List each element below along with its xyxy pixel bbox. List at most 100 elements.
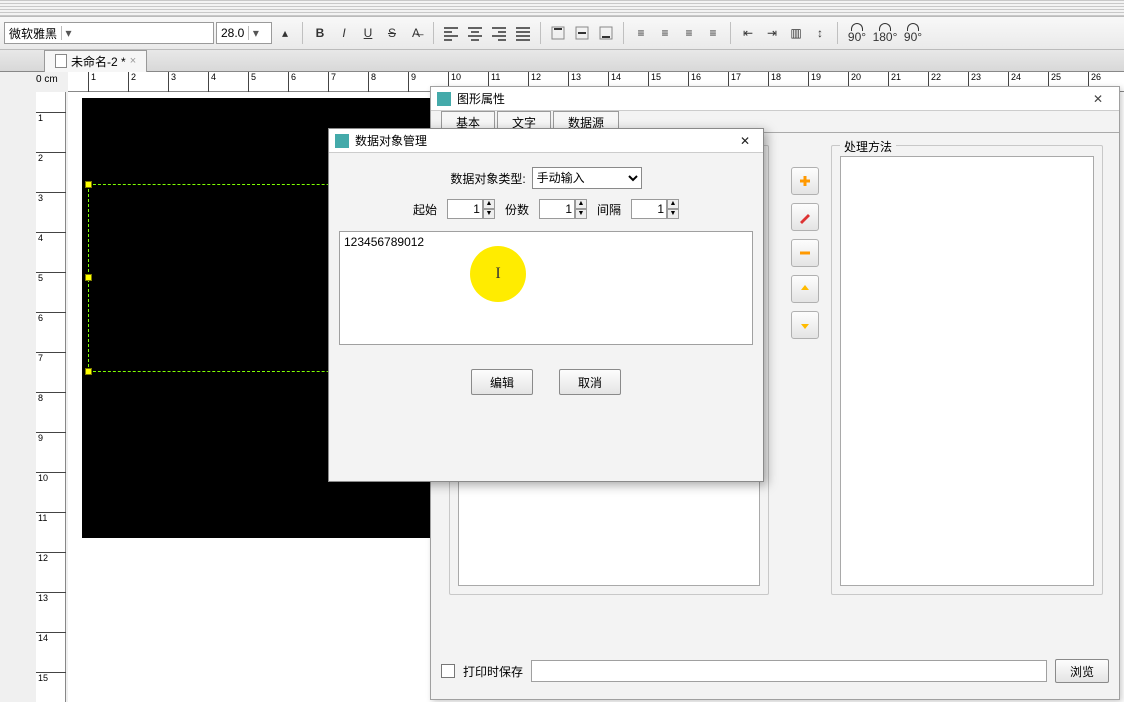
valign-middle-button[interactable]: [571, 22, 593, 44]
valign-bottom-button[interactable]: [595, 22, 617, 44]
ruler-v-tick: 8: [36, 392, 66, 403]
dialog-edit-button[interactable]: 编辑: [471, 369, 533, 395]
gap-spinbox[interactable]: ▲▼: [631, 199, 679, 219]
app-icon: [437, 92, 451, 106]
ruler-v-tick: 4: [36, 232, 66, 243]
font-family-combo[interactable]: 微软雅黑 ▾: [4, 22, 214, 44]
ruler-h-tick: 9: [408, 72, 416, 92]
save-on-print-checkbox[interactable]: [441, 664, 455, 678]
spin-up-icon[interactable]: ▲: [483, 199, 495, 209]
ruler-v-tick: 5: [36, 272, 66, 283]
gap-input[interactable]: [631, 199, 667, 219]
start-spinbox[interactable]: ▲▼: [447, 199, 495, 219]
ruler-h-tick: 4: [208, 72, 216, 92]
gap-label: 间隔: [597, 201, 621, 218]
ruler-h-tick: 8: [368, 72, 376, 92]
ruler-v-tick: 7: [36, 352, 66, 363]
ruler-v-tick: 13: [36, 592, 66, 603]
move-up-button[interactable]: [791, 275, 819, 303]
start-label: 起始: [413, 201, 437, 218]
remove-button[interactable]: [791, 239, 819, 267]
data-object-dialog: 数据对象管理 数据对象类型: 手动输入 起始 ▲▼ 份数 ▲▼ 间隔 ▲▼ 12…: [328, 128, 764, 482]
line-spacing-tight[interactable]: ≡: [630, 22, 652, 44]
ruler-v-tick: 2: [36, 152, 66, 163]
type-select[interactable]: 手动输入: [532, 167, 642, 189]
ruler-h-tick: 3: [168, 72, 176, 92]
ruler-v-tick: 12: [36, 552, 66, 563]
align-center-button[interactable]: [464, 22, 486, 44]
type-label: 数据对象类型:: [450, 170, 525, 187]
close-icon[interactable]: ×: [130, 55, 136, 67]
count-input[interactable]: [539, 199, 575, 219]
format-toolbar: 微软雅黑 ▾ 28.0 ▾ ▴ B I U S A̶ ≡ ≡ ≡ ≡ ⇤ ⇥ ▥…: [0, 16, 1124, 50]
app-icon: [335, 134, 349, 148]
direction-button[interactable]: ↕: [809, 22, 831, 44]
document-tab[interactable]: 未命名-2 * ×: [44, 50, 147, 72]
close-button[interactable]: ✕: [1083, 90, 1113, 108]
ruler-v-tick: 14: [36, 632, 66, 643]
ruler-h-tick: 7: [328, 72, 336, 92]
browse-button[interactable]: 浏览: [1055, 659, 1109, 683]
method-list[interactable]: [840, 156, 1094, 586]
spin-up-icon[interactable]: ▲: [575, 199, 587, 209]
ruler-v-tick: 9: [36, 432, 66, 443]
ruler-v-tick: 1: [36, 112, 66, 123]
ruler-v-tick: 6: [36, 312, 66, 323]
align-justify-button[interactable]: [512, 22, 534, 44]
data-textarea[interactable]: 123456789012 I: [339, 231, 753, 345]
rotate-90-button[interactable]: 90°: [844, 23, 870, 43]
spin-up-icon[interactable]: ▲: [667, 199, 679, 209]
handle-tl[interactable]: [85, 181, 92, 188]
strike-button[interactable]: S: [381, 22, 403, 44]
handle-bl[interactable]: [85, 368, 92, 375]
action-buttons: [791, 167, 823, 339]
count-label: 份数: [505, 201, 529, 218]
ruler-unit-label: 0 cm: [36, 74, 58, 85]
ruler-v-tick: 10: [36, 472, 66, 483]
indent-inc-button[interactable]: ⇥: [761, 22, 783, 44]
ruler-vertical: 123456789101112131415: [36, 92, 66, 702]
ruler-v-tick: 15: [36, 672, 66, 683]
cursor-highlight-icon: I: [470, 246, 526, 302]
dialog-cancel-button[interactable]: 取消: [559, 369, 621, 395]
start-input[interactable]: [447, 199, 483, 219]
handle-ml[interactable]: [85, 274, 92, 281]
method-group: 处理方法: [831, 145, 1103, 595]
edit-button[interactable]: [791, 203, 819, 231]
ruler-h-tick: 2: [128, 72, 136, 92]
title-hatch: [0, 0, 1124, 16]
chevron-down-icon: ▾: [61, 26, 75, 40]
dialog-title: 数据对象管理: [355, 132, 427, 149]
save-on-print-label: 打印时保存: [463, 663, 523, 680]
columns-button[interactable]: ▥: [785, 22, 807, 44]
spinner-up-icon[interactable]: ▴: [274, 22, 296, 44]
rotate-180-button[interactable]: 180°: [872, 23, 898, 43]
line-spacing-wide[interactable]: ≡: [678, 22, 700, 44]
ruler-v-tick: 11: [36, 512, 66, 523]
rotate-neg90-button[interactable]: 90°: [900, 23, 926, 43]
count-spinbox[interactable]: ▲▼: [539, 199, 587, 219]
font-size-combo[interactable]: 28.0 ▾: [216, 22, 272, 44]
ruler-h-tick: 5: [248, 72, 256, 92]
italic-button[interactable]: I: [333, 22, 355, 44]
ruler-v-tick: 3: [36, 192, 66, 203]
spin-down-icon[interactable]: ▼: [483, 209, 495, 219]
bold-button[interactable]: B: [309, 22, 331, 44]
indent-dec-button[interactable]: ⇤: [737, 22, 759, 44]
line-spacing-custom[interactable]: ≡: [702, 22, 724, 44]
dialog-close-button[interactable]: [733, 132, 757, 150]
data-textarea-value: 123456789012: [344, 235, 424, 249]
clear-format-button[interactable]: A̶: [405, 22, 427, 44]
underline-button[interactable]: U: [357, 22, 379, 44]
align-right-button[interactable]: [488, 22, 510, 44]
font-size-value: 28.0: [221, 26, 244, 40]
save-path-input[interactable]: [531, 660, 1047, 682]
line-spacing-mid[interactable]: ≡: [654, 22, 676, 44]
spin-down-icon[interactable]: ▼: [667, 209, 679, 219]
valign-top-button[interactable]: [547, 22, 569, 44]
move-down-button[interactable]: [791, 311, 819, 339]
document-tab-label: 未命名-2 *: [71, 53, 126, 70]
add-button[interactable]: [791, 167, 819, 195]
align-left-button[interactable]: [440, 22, 462, 44]
spin-down-icon[interactable]: ▼: [575, 209, 587, 219]
